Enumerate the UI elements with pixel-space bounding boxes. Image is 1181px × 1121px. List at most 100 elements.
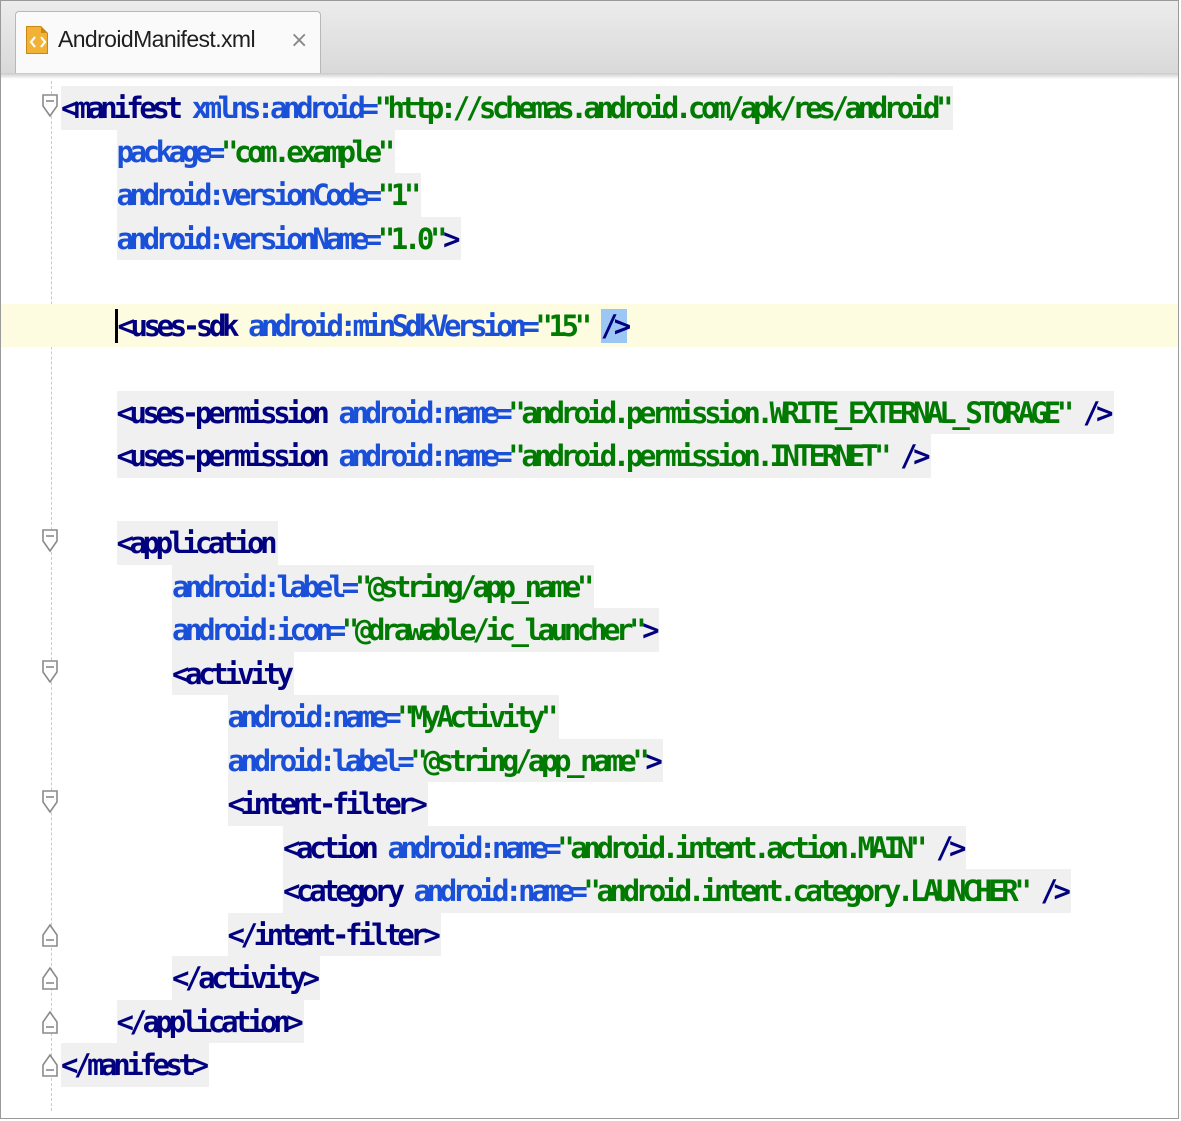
token-val: "1" bbox=[377, 178, 422, 212]
token-punc: /> bbox=[936, 830, 967, 865]
code-text: <manifest xmlns:android="http://schemas.… bbox=[61, 87, 953, 129]
fold-end-icon[interactable] bbox=[41, 962, 59, 992]
token-attr: android:label= bbox=[172, 569, 359, 604]
code-text: android:label="@string/app_name" bbox=[172, 566, 594, 608]
token-val: "com.example" bbox=[220, 134, 395, 169]
token-val: "@string/app_name" bbox=[354, 569, 594, 604]
token-attr: xmlns:android= bbox=[191, 91, 379, 125]
code-line[interactable]: <action android:name="android.intent.act… bbox=[1, 825, 1178, 869]
token-val: "15" bbox=[535, 308, 601, 343]
token-tag: <manifest bbox=[61, 91, 192, 125]
code-text: <intent-filter> bbox=[227, 783, 428, 825]
code-line[interactable]: <manifest xmlns:android="http://schemas.… bbox=[1, 86, 1178, 130]
token-tag: <action bbox=[283, 830, 388, 865]
token-punc: > bbox=[645, 743, 662, 778]
token-val: "android.permission.INTERNET" bbox=[508, 439, 901, 473]
token-val: "http://schemas.android.com/apk/res/andr… bbox=[374, 91, 953, 125]
code-editor[interactable]: AndroidManifest.xml × <manifest xmlns:an… bbox=[0, 0, 1179, 1119]
code-line[interactable] bbox=[1, 478, 1178, 522]
code-line[interactable]: </manifest> bbox=[1, 1043, 1178, 1087]
token-tag: </activity> bbox=[172, 961, 320, 995]
code-line[interactable]: android:versionName="1.0"> bbox=[1, 216, 1178, 260]
code-line[interactable] bbox=[1, 260, 1178, 304]
token-attr: android:name= bbox=[338, 439, 513, 473]
xml-file-icon bbox=[26, 26, 48, 54]
code-text: <activity bbox=[172, 653, 294, 695]
tab-androidmanifest[interactable]: AndroidManifest.xml × bbox=[15, 11, 321, 73]
fold-collapse-icon[interactable] bbox=[41, 788, 59, 818]
token-attr: android:name= bbox=[227, 700, 402, 734]
fold-collapse-icon[interactable] bbox=[41, 92, 59, 122]
code-line[interactable]: android:versionCode="1" bbox=[1, 173, 1178, 217]
code-text: </activity> bbox=[172, 957, 320, 999]
code-text: package="com.example" bbox=[116, 131, 396, 173]
code-line[interactable] bbox=[1, 347, 1178, 391]
tab-title: AndroidManifest.xml bbox=[58, 26, 256, 52]
code-text: </manifest> bbox=[61, 1044, 209, 1086]
token-punc: > bbox=[443, 221, 460, 256]
fold-end-icon[interactable] bbox=[41, 919, 59, 949]
code-line[interactable]: android:label="@string/app_name" bbox=[1, 564, 1178, 608]
code-line[interactable]: <uses-permission android:name="android.p… bbox=[1, 434, 1178, 478]
code-text: <uses-permission android:name="android.p… bbox=[116, 435, 931, 477]
token-val: "MyActivity" bbox=[397, 700, 558, 734]
code-line[interactable]: android:label="@string/app_name"> bbox=[1, 738, 1178, 782]
fold-collapse-icon[interactable] bbox=[41, 527, 59, 557]
fold-end-icon[interactable] bbox=[41, 1049, 59, 1079]
token-punc: /> bbox=[600, 308, 631, 343]
fold-collapse-icon[interactable] bbox=[41, 658, 59, 688]
token-tag: <category bbox=[283, 874, 414, 908]
fold-end-icon[interactable] bbox=[41, 1006, 59, 1036]
code-line[interactable]: <application bbox=[1, 521, 1178, 565]
code-area[interactable]: <manifest xmlns:android="http://schemas.… bbox=[1, 86, 1178, 1116]
code-line[interactable]: </intent-filter> bbox=[1, 912, 1178, 956]
code-text: <uses-sdk android:minSdkVersion="15" /> bbox=[114, 305, 631, 347]
token-attr: android:versionCode= bbox=[116, 178, 383, 212]
token-val: "android.intent.action.MAIN" bbox=[557, 830, 936, 865]
token-attr: android:minSdkVersion= bbox=[248, 308, 540, 343]
token-tag: <activity bbox=[172, 656, 294, 691]
token-attr: package= bbox=[116, 134, 226, 169]
code-text: android:versionName="1.0"> bbox=[116, 218, 461, 260]
token-attr: android:name= bbox=[338, 395, 513, 430]
token-attr: android:name= bbox=[387, 830, 561, 865]
token-punc: > bbox=[642, 613, 659, 647]
token-attr: android:icon= bbox=[172, 613, 346, 647]
token-tag: <uses-permission bbox=[116, 439, 339, 473]
token-tag: </application> bbox=[116, 1004, 304, 1039]
token-punc: /> bbox=[1082, 395, 1114, 430]
token-punc: /> bbox=[900, 439, 931, 473]
code-line[interactable]: android:icon="@drawable/ic_launcher"> bbox=[1, 608, 1178, 652]
token-tag: <application bbox=[116, 526, 278, 560]
token-attr: android:name= bbox=[413, 874, 588, 908]
token-val: "@string/app_name" bbox=[410, 743, 649, 778]
close-icon[interactable]: × bbox=[290, 28, 308, 53]
token-attr: android:label= bbox=[227, 743, 415, 778]
editor-tab-bar: AndroidManifest.xml × bbox=[1, 1, 1178, 79]
token-punc: /> bbox=[1040, 874, 1071, 908]
code-line[interactable]: <activity bbox=[1, 651, 1178, 695]
code-text: <application bbox=[116, 522, 278, 564]
code-text: <uses-permission android:name="android.p… bbox=[116, 392, 1114, 434]
code-line[interactable]: <intent-filter> bbox=[1, 782, 1178, 826]
code-text: <action android:name="android.intent.act… bbox=[283, 827, 967, 869]
code-text: </application> bbox=[116, 1001, 304, 1043]
token-tag: <intent-filter> bbox=[227, 787, 428, 821]
code-line[interactable]: android:name="MyActivity" bbox=[1, 695, 1178, 739]
code-text: android:name="MyActivity" bbox=[227, 696, 559, 738]
code-text: android:versionCode="1" bbox=[116, 174, 422, 216]
token-val: "android.permission.WRITE_EXTERNAL_STORA… bbox=[508, 395, 1083, 430]
token-tag: <uses-permission bbox=[116, 395, 339, 430]
code-text: </intent-filter> bbox=[228, 914, 441, 956]
code-line[interactable]: <category android:name="android.intent.c… bbox=[1, 869, 1178, 913]
token-val: "android.intent.category.LAUNCHER" bbox=[583, 874, 1041, 908]
token-attr: android:versionName= bbox=[116, 221, 383, 256]
code-text: android:icon="@drawable/ic_launcher"> bbox=[172, 609, 660, 651]
code-text: android:label="@string/app_name"> bbox=[227, 740, 663, 782]
code-line[interactable]: <uses-sdk android:minSdkVersion="15" /> bbox=[1, 303, 1178, 347]
token-tag: <uses-sdk bbox=[114, 308, 249, 343]
code-line[interactable]: </activity> bbox=[1, 956, 1178, 1000]
code-line[interactable]: </application> bbox=[1, 999, 1178, 1043]
code-line[interactable]: <uses-permission android:name="android.p… bbox=[1, 390, 1178, 434]
code-line[interactable]: package="com.example" bbox=[1, 129, 1178, 173]
